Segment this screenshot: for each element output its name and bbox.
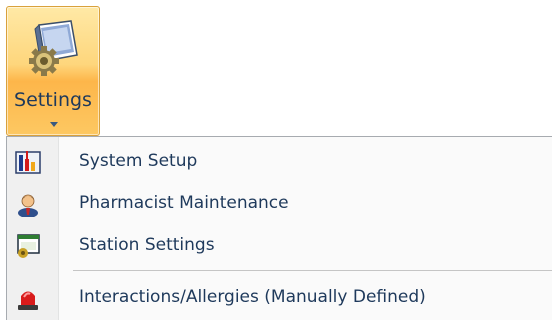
menu-item-station-settings[interactable]: Station Settings	[9, 225, 549, 265]
menu-item-system-setup[interactable]: System Setup	[9, 141, 549, 181]
settings-book-gear-icon	[29, 20, 78, 76]
chevron-down-icon	[50, 122, 58, 127]
menu-item-label: Interactions/Allergies (Manually Defined…	[79, 287, 426, 307]
pharmacist-user-icon	[18, 194, 38, 217]
menu-item-label: Pharmacist Maintenance	[79, 193, 289, 213]
menu-item-label: Station Settings	[79, 235, 215, 255]
settings-ribbon-button[interactable]: Settings	[6, 6, 100, 136]
red-alarm-light-icon	[18, 291, 38, 310]
menu-item-pharmacist-maintenance[interactable]: Pharmacist Maintenance	[9, 183, 549, 223]
menu-item-label: System Setup	[79, 151, 198, 171]
settings-dropdown-menu: System Setup Pharmacist Maintenance Stat…	[6, 136, 552, 320]
menu-separator	[73, 270, 552, 271]
menu-item-interactions-allergies[interactable]: Interactions/Allergies (Manually Defined…	[9, 277, 549, 317]
settings-label: Settings	[14, 89, 92, 111]
app-area: Settings System Setup Pharmacist Mainten…	[0, 0, 552, 320]
station-window-icon	[17, 234, 40, 258]
system-setup-icon	[15, 151, 41, 174]
